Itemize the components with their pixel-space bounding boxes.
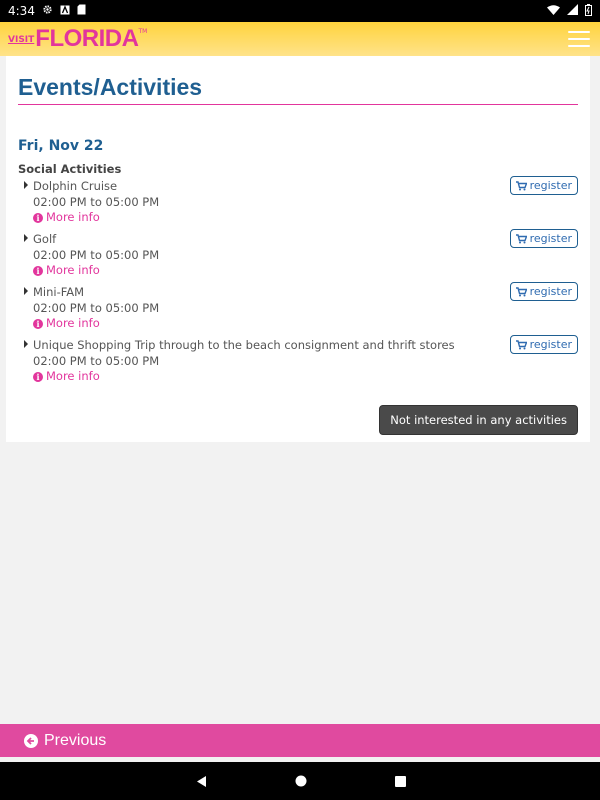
activity-name-text: Dolphin Cruise (33, 179, 118, 193)
more-info-text: More info (46, 210, 100, 224)
page-title: Events/Activities (18, 74, 203, 100)
hamburger-line (568, 45, 590, 47)
sd-card-icon (77, 4, 86, 18)
activity-name-text: Golf (33, 232, 57, 246)
date-heading: Fri, Nov 22 (18, 138, 104, 154)
logo-florida-text: FLORIDA (35, 25, 139, 52)
activity-name-text: Unique Shopping Trip through to the beac… (33, 338, 455, 352)
battery-icon (585, 3, 592, 19)
android-nav-bar (0, 762, 600, 800)
more-info-text: More info (46, 263, 100, 277)
activity-time: 02:00 PM to 05:00 PM (33, 248, 160, 262)
gear-icon (42, 4, 53, 18)
status-time: 4:34 (8, 4, 35, 18)
visit-florida-logo[interactable]: VISIT FLORIDA TM (8, 27, 147, 51)
title-divider (18, 104, 578, 105)
register-button[interactable]: register (509, 282, 578, 301)
more-info-text: More info (46, 369, 100, 383)
caret-right-icon (24, 287, 28, 295)
cart-icon (515, 286, 527, 297)
events-card: Events/Activities Fri, Nov 22 Social Act… (6, 56, 590, 442)
register-label: register (529, 179, 572, 192)
register-button[interactable]: register (509, 335, 578, 354)
section-label: Social Activities (18, 162, 122, 176)
more-info-link[interactable]: i More info (33, 316, 100, 330)
recents-nav-icon[interactable] (394, 775, 406, 787)
register-label: register (529, 338, 572, 351)
activity-time: 02:00 PM to 05:00 PM (33, 354, 160, 368)
home-nav-icon[interactable] (295, 775, 307, 787)
register-label: register (529, 232, 572, 245)
more-info-link[interactable]: i More info (33, 210, 100, 224)
register-button[interactable]: register (509, 176, 578, 195)
activity-name[interactable]: Mini-FAM (24, 285, 84, 299)
caret-right-icon (24, 234, 28, 242)
register-button[interactable]: register (509, 229, 578, 248)
status-bar: 4:34 (0, 0, 600, 22)
caret-right-icon (24, 340, 28, 348)
logo-tm-text: TM (138, 28, 148, 35)
activity-name-text: Mini-FAM (33, 285, 85, 299)
hamburger-menu-icon[interactable] (568, 31, 590, 47)
back-nav-icon[interactable] (195, 775, 207, 788)
activity-time: 02:00 PM to 05:00 PM (33, 195, 160, 209)
app-notification-icon (60, 4, 70, 18)
activity-name[interactable]: Unique Shopping Trip through to the beac… (24, 338, 455, 352)
register-label: register (529, 285, 572, 298)
previous-button[interactable]: Previous (24, 732, 106, 750)
more-info-text: More info (46, 316, 100, 330)
signal-icon (567, 4, 578, 18)
hamburger-line (568, 38, 590, 40)
previous-label: Previous (44, 731, 107, 749)
cart-icon (515, 339, 527, 350)
footer-bar: Previous (0, 724, 600, 757)
info-icon: i (33, 372, 43, 382)
activity-name[interactable]: Dolphin Cruise (24, 179, 117, 193)
activity-time: 02:00 PM to 05:00 PM (33, 301, 160, 315)
wifi-icon (547, 4, 560, 18)
cart-icon (515, 233, 527, 244)
status-left: 4:34 (8, 4, 86, 18)
info-icon: i (33, 319, 43, 329)
info-icon: i (33, 213, 43, 223)
status-right (547, 3, 592, 19)
activity-name[interactable]: Golf (24, 232, 56, 246)
logo-visit-text: VISIT (8, 35, 35, 45)
caret-right-icon (24, 181, 28, 189)
more-info-link[interactable]: i More info (33, 369, 100, 383)
not-interested-button[interactable]: Not interested in any activities (379, 405, 578, 435)
arrow-left-circle-icon (24, 733, 38, 748)
hamburger-line (568, 31, 590, 33)
info-icon: i (33, 266, 43, 276)
app-header: VISIT FLORIDA TM (0, 22, 600, 56)
more-info-link[interactable]: i More info (33, 263, 100, 277)
cart-icon (515, 180, 527, 191)
